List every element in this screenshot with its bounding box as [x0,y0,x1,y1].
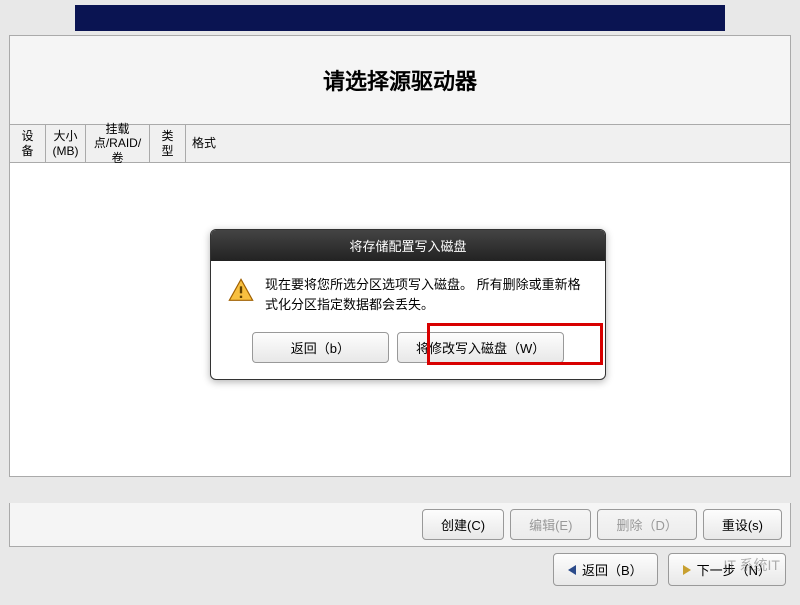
arrow-right-icon [683,565,691,575]
confirm-dialog: 将存储配置写入磁盘 现在要将您所选分区选项写入磁盘。 所有删除或重新格式化分区指… [210,229,606,380]
col-size[interactable]: 大小 (MB) [46,125,86,162]
dialog-back-button[interactable]: 返回（b） [252,332,389,363]
col-type[interactable]: 类型 [150,125,186,162]
col-mount[interactable]: 挂载点/RAID/卷 [86,125,150,162]
table-header-row: 设备 大小 (MB) 挂载点/RAID/卷 类型 格式 [10,125,790,163]
dialog-message: 现在要将您所选分区选项写入磁盘。 所有删除或重新格式化分区指定数据都会丢失。 [265,275,589,314]
nav-button-row: 返回（B） 下一步（N） [553,553,786,586]
nav-back-button[interactable]: 返回（B） [553,553,658,586]
nav-next-button[interactable]: 下一步（N） [668,553,786,586]
col-format[interactable]: 格式 [186,125,222,162]
delete-button: 删除（D） [597,509,696,540]
dialog-button-row: 返回（b） 将修改写入磁盘（W） [211,322,605,379]
page-title: 请选择源驱动器 [10,64,790,96]
dialog-title: 将存储配置写入磁盘 [211,230,605,261]
edit-button: 编辑(E) [510,509,591,540]
arrow-left-icon [568,565,576,575]
content-area: 将存储配置写入磁盘 现在要将您所选分区选项写入磁盘。 所有删除或重新格式化分区指… [10,163,790,476]
create-button[interactable]: 创建(C) [422,509,504,540]
action-button-row: 创建(C) 编辑(E) 删除（D） 重设(s) [9,503,791,547]
dialog-write-button[interactable]: 将修改写入磁盘（W） [397,332,564,363]
reset-button[interactable]: 重设(s) [703,509,782,540]
header-bar [75,5,725,31]
dialog-body: 现在要将您所选分区选项写入磁盘。 所有删除或重新格式化分区指定数据都会丢失。 [211,261,605,322]
main-panel: 请选择源驱动器 设备 大小 (MB) 挂载点/RAID/卷 类型 格式 将存储配… [9,35,791,477]
col-device[interactable]: 设备 [10,125,46,162]
title-section: 请选择源驱动器 [10,36,790,125]
warning-icon [227,277,255,305]
nav-next-label: 下一步（N） [697,560,771,579]
nav-back-label: 返回（B） [582,560,643,579]
